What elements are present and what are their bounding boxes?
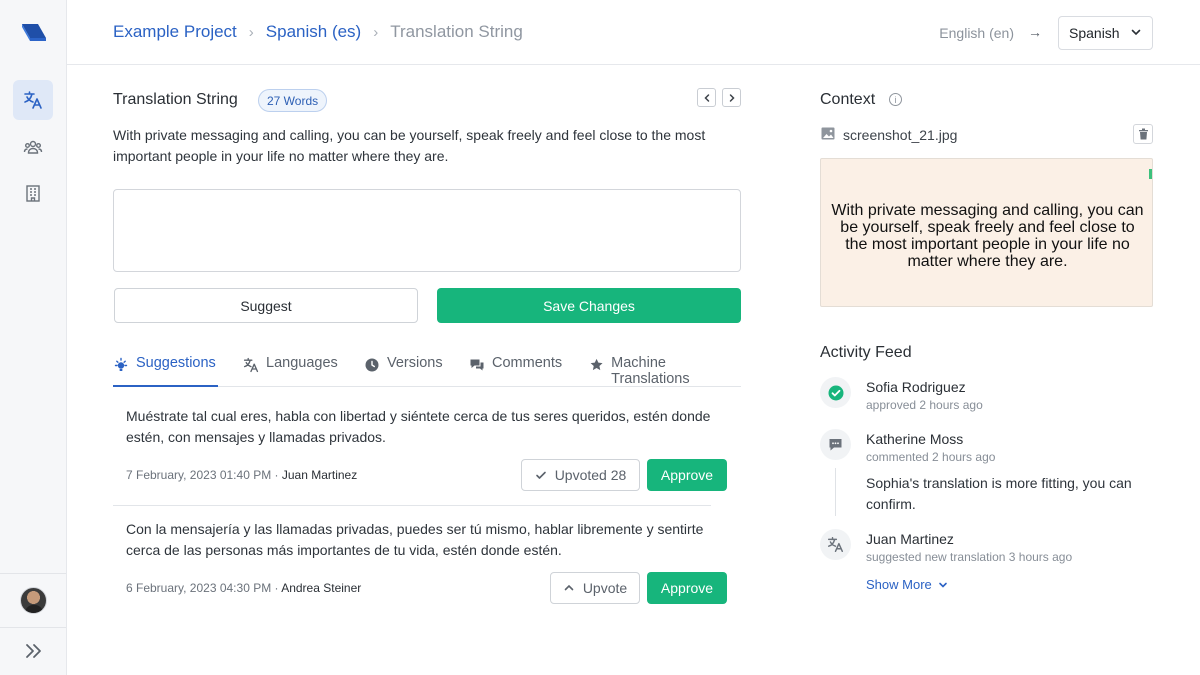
chevron-down-icon	[938, 582, 947, 588]
feed-item-icon	[820, 377, 851, 408]
arrow-right-icon: →	[1028, 24, 1042, 40]
target-language-value: Spanish	[1069, 25, 1120, 41]
image-icon	[821, 127, 835, 140]
activity-feed-title: Activity Feed	[820, 344, 912, 361]
translate-icon	[827, 536, 844, 553]
tab-suggestions[interactable]: Suggestions	[113, 355, 218, 387]
feed-user-name[interactable]: Juan Martinez	[866, 531, 954, 547]
tab-label: Machine Translations	[611, 355, 690, 387]
breadcrumb-current: Translation String	[390, 22, 523, 41]
word-count-badge: 27 Words	[258, 89, 328, 112]
feed-comment: Sophia's translation is more fitting, yo…	[866, 475, 1132, 512]
comment-icon	[829, 439, 842, 451]
approve-button[interactable]: Approve	[647, 572, 727, 604]
feed-action: approved 2 hours ago	[866, 398, 983, 412]
users-icon	[23, 140, 43, 154]
feed-action: suggested new translation 3 hours ago	[866, 550, 1073, 564]
feed-item-icon	[820, 529, 851, 560]
suggestion-meta: 6 February, 2023 04:30 PM · Andrea Stein…	[126, 581, 361, 595]
feed-user-name[interactable]: Sofia Rodriguez	[866, 379, 966, 395]
delete-context-button[interactable]	[1133, 124, 1153, 144]
tab-label: Languages	[266, 355, 338, 371]
comments-icon	[470, 359, 484, 371]
chevron-down-icon	[1131, 29, 1141, 36]
chevron-left-icon	[703, 93, 709, 102]
suggestion-author: Juan Martinez	[281, 468, 358, 482]
translate-icon	[243, 357, 259, 373]
tab-versions[interactable]: Versions	[364, 355, 443, 387]
chevron-right-icon: ›	[373, 23, 379, 41]
feed-user-name[interactable]: Katherine Moss	[866, 431, 963, 447]
upvote-button[interactable]: Upvote	[550, 572, 640, 604]
header: Example Project › Spanish (es) › Transla…	[67, 0, 1200, 65]
vote-label: Upvote	[582, 580, 628, 596]
previous-string-button[interactable]	[697, 88, 716, 107]
suggestion-meta: 7 February, 2023 01:40 PM · Juan Martine…	[126, 468, 357, 482]
tab-machine-translations[interactable]: Machine Translations	[589, 355, 741, 387]
check-circle-icon	[828, 385, 843, 400]
star-icon	[590, 358, 603, 371]
next-string-button[interactable]	[722, 88, 741, 107]
expand-icon[interactable]	[23, 641, 45, 661]
tab-label: Suggestions	[136, 355, 216, 371]
chevron-right-icon	[729, 93, 735, 102]
suggestion-text: Con la mensajería y las llamadas privada…	[126, 521, 704, 558]
tab-label: Comments	[492, 355, 563, 371]
tab-label: Versions	[387, 355, 443, 371]
info-icon[interactable]: i	[889, 93, 902, 106]
translate-icon	[24, 91, 42, 109]
breadcrumb-project[interactable]: Example Project	[113, 22, 237, 42]
sidebar-item-team[interactable]	[13, 127, 53, 167]
logo-icon[interactable]	[20, 20, 48, 44]
feed-item-icon	[820, 429, 851, 460]
sidebar-item-translations[interactable]	[13, 80, 53, 120]
feed-action: commented 2 hours ago	[866, 450, 996, 464]
chevron-up-icon	[564, 584, 574, 591]
tab-comments[interactable]: Comments	[469, 355, 562, 387]
approve-button[interactable]: Approve	[647, 459, 727, 491]
sidebar-item-organization[interactable]	[13, 173, 53, 213]
status-dot	[1149, 169, 1152, 179]
avatar[interactable]	[20, 587, 47, 614]
sidebar	[0, 0, 67, 675]
context-title: Context	[820, 91, 876, 108]
breadcrumb-language[interactable]: Spanish (es)	[266, 22, 361, 42]
tab-bar: Suggestions Languages Versions Comments …	[113, 355, 741, 387]
suggestion-date: 6 February, 2023 04:30 PM ·	[126, 581, 282, 595]
context-screenshot[interactable]: With private messaging and calling, you …	[820, 158, 1153, 307]
divider	[113, 505, 711, 506]
context-file-name: screenshot_21.jpg	[843, 127, 958, 143]
vote-label: Upvoted 28	[554, 467, 627, 483]
trash-icon	[1138, 128, 1148, 140]
suggestion-text: Muéstrate tal cual eres, habla con liber…	[126, 408, 711, 445]
sidebar-divider	[0, 573, 66, 574]
building-icon	[26, 185, 40, 202]
chevron-right-icon: ›	[248, 23, 254, 41]
sidebar-divider	[0, 627, 66, 628]
check-icon	[535, 471, 546, 479]
translation-input[interactable]	[113, 189, 741, 272]
show-more-link[interactable]: Show More	[866, 577, 948, 592]
suggest-button[interactable]: Suggest	[114, 288, 418, 323]
save-changes-button[interactable]: Save Changes	[437, 288, 741, 323]
target-language-select[interactable]: Spanish	[1058, 16, 1153, 50]
suggestion-author: Andrea Steiner	[281, 581, 362, 595]
clock-icon	[365, 358, 379, 372]
screenshot-text: With private messaging and calling, you …	[831, 202, 1144, 270]
upvoted-button[interactable]: Upvoted 28	[521, 459, 640, 491]
breadcrumb: Example Project › Spanish (es) › Transla…	[113, 22, 523, 42]
string-title: Translation String	[113, 91, 238, 108]
source-language-label: English (en)	[939, 25, 1014, 41]
source-text: With private messaging and calling, you …	[113, 127, 706, 164]
tab-languages[interactable]: Languages	[243, 355, 338, 387]
suggestion-date: 7 February, 2023 01:40 PM ·	[126, 468, 282, 482]
lightbulb-icon	[114, 357, 128, 371]
show-more-label: Show More	[866, 577, 932, 592]
feed-connector	[835, 468, 836, 516]
